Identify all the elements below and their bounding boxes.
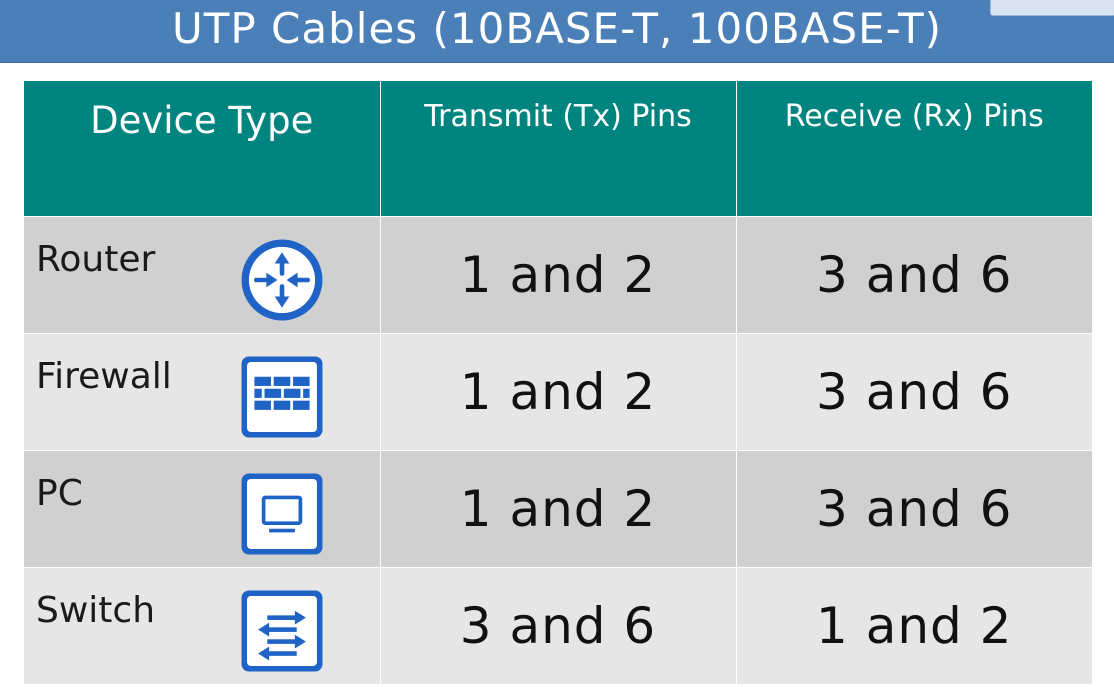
switch-icon	[241, 590, 323, 672]
rx-pins-cell: 3 and 6	[736, 450, 1092, 568]
rx-pins-cell: 1 and 2	[736, 567, 1092, 684]
table-row: Switch 3 and 6 1 and 2	[24, 567, 1092, 684]
firewall-icon	[241, 356, 323, 438]
router-icon	[241, 239, 323, 321]
device-cell: PC	[24, 450, 381, 568]
device-cell: Firewall	[24, 333, 381, 451]
title-bar: UTP Cables (10BASE-T, 100BASE-T)	[0, 0, 1114, 63]
device-type-header: Device Type	[24, 81, 381, 217]
tx-pins-cell: 3 and 6	[380, 567, 737, 684]
receive-pins-header: Receive (Rx) Pins	[736, 81, 1092, 217]
pc-icon	[241, 473, 323, 555]
tx-pins-cell: 1 and 2	[380, 450, 737, 568]
corner-tab	[990, 0, 1114, 16]
slide-title: UTP Cables (10BASE-T, 100BASE-T)	[171, 4, 942, 53]
rx-pins-cell: 3 and 6	[736, 216, 1092, 334]
device-name: Firewall	[36, 356, 172, 397]
transmit-pins-header: Transmit (Tx) Pins	[380, 81, 737, 217]
tx-pins-cell: 1 and 2	[380, 216, 737, 334]
device-cell: Router	[24, 216, 381, 334]
tx-pins-cell: 1 and 2	[380, 333, 737, 451]
device-name: Switch	[36, 590, 156, 631]
table-row: Router 1 and 2 3 and 6	[24, 216, 1092, 334]
device-name: PC	[36, 473, 83, 514]
pin-table: Device Type Transmit (Tx) Pins Receive (…	[24, 81, 1092, 684]
device-cell: Switch	[24, 567, 381, 684]
rx-pins-cell: 3 and 6	[736, 333, 1092, 451]
device-name: Router	[36, 239, 156, 280]
table-header-row: Device Type Transmit (Tx) Pins Receive (…	[24, 81, 1092, 217]
table-row: Firewall 1 and 2 3 and 6	[24, 333, 1092, 451]
table-row: PC 1 and 2 3 and 6	[24, 450, 1092, 568]
